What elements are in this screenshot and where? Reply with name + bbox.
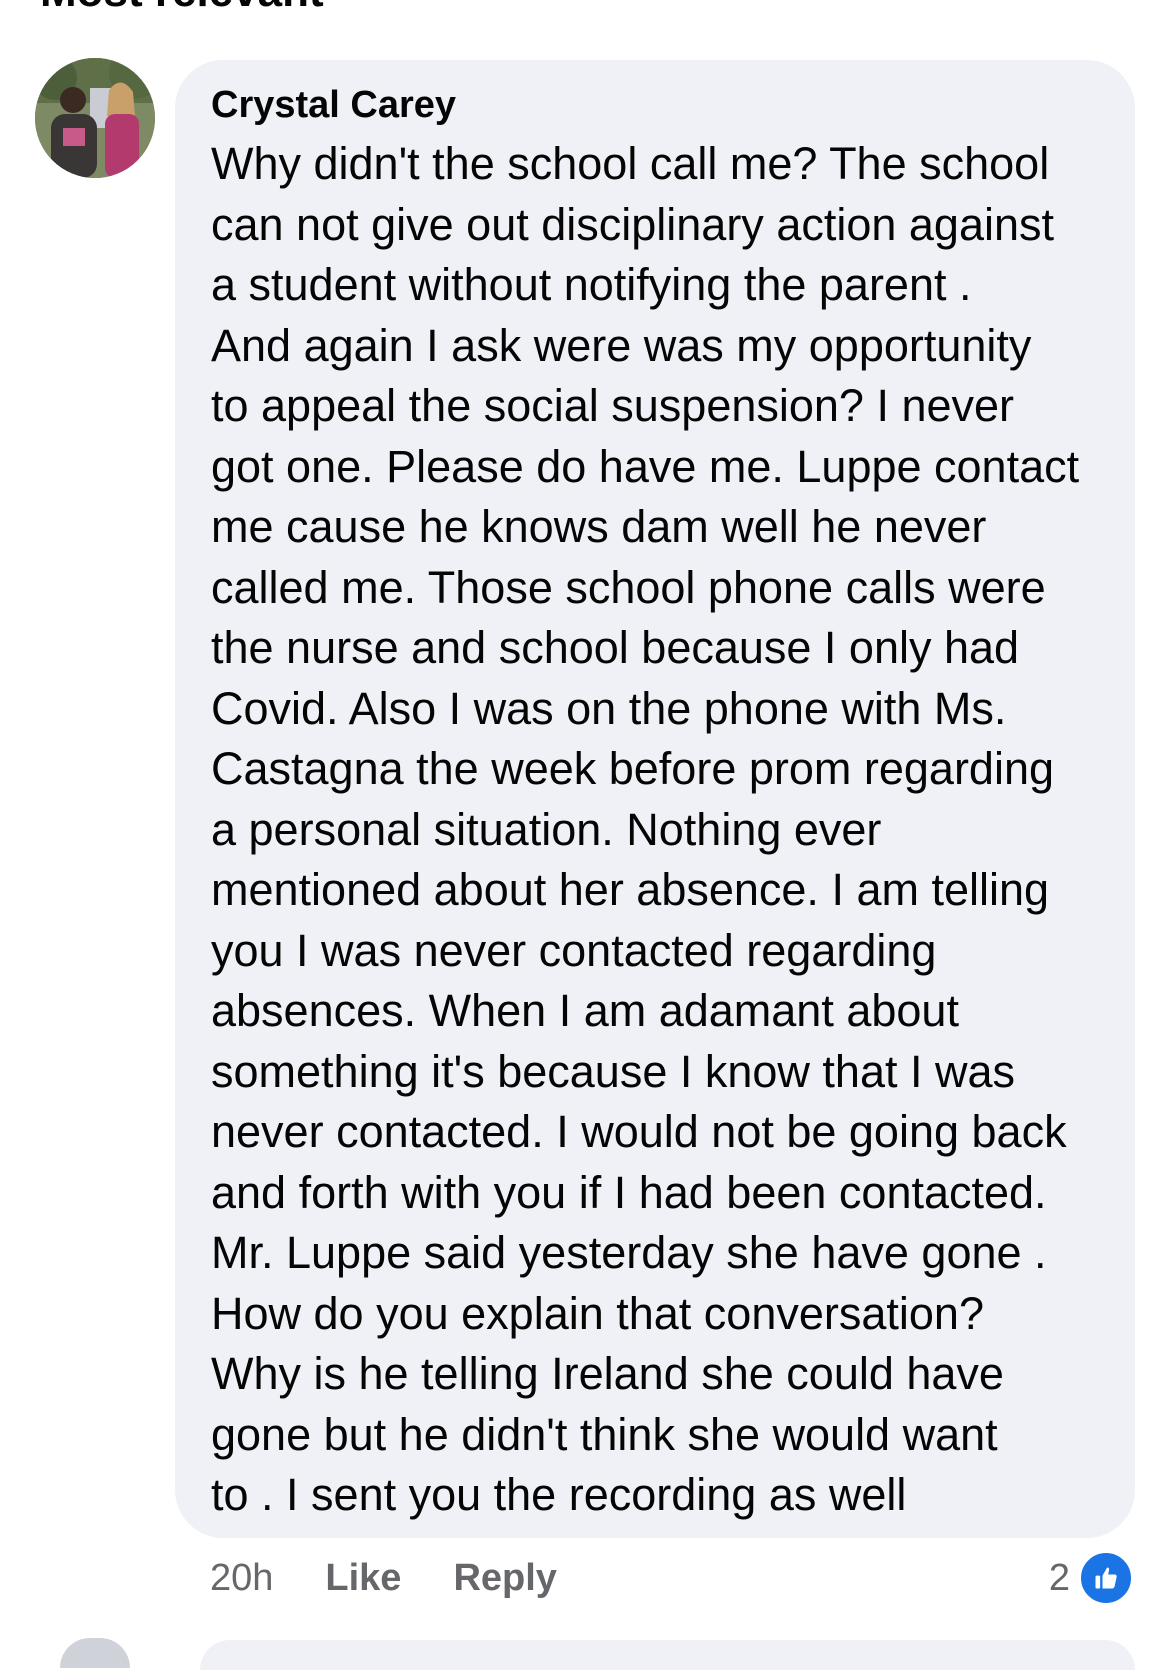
comment-line: mentioned about her absence. I am tellin… [211,864,1050,915]
comment-author[interactable]: Crystal Carey [211,82,1105,128]
comment-line: And again I ask were was my opportunity [211,319,1032,371]
comment-line: never contacted. I would not be going ba… [211,1106,1067,1157]
comment-bubble: Crystal Carey Why didn't the school call… [175,60,1135,1538]
comment-line: a personal situation. Nothing ever [211,803,882,855]
comment-line: got one. Please do have me. Luppe contac… [211,440,1080,492]
comment-line: me cause he knows dam well he never [211,501,987,552]
avatar[interactable] [35,58,155,178]
like-button[interactable]: Like [325,1557,401,1600]
comment-actions: 20h Like Reply [210,1548,1170,1608]
comment-line: you I was never contacted regarding [211,924,937,976]
comment-line: to appeal the social suspension? I never [211,380,1015,431]
comment-line: Covid. Also I was on the phone with Ms. [211,682,1007,734]
section-header-most-relevant[interactable]: Most relevant [40,0,324,14]
comment-line: absences. When I am adamant about [211,985,959,1036]
comment-line: gone but he didn't think she would want [211,1408,998,1460]
next-comment-avatar [60,1638,130,1668]
comment-line: something it's because I know that I was [211,1045,1016,1097]
comment-line: Why is he telling Ireland she could have [211,1348,1004,1399]
reaction-count: 2 [1048,1556,1070,1599]
reply-button[interactable]: Reply [453,1557,556,1600]
comment-line: and forth with you if I had been contact… [211,1166,1047,1218]
comment-line: Castagna the week before prom regarding [211,743,1055,794]
comment-line: called me. Those school phone calls were [211,561,1046,613]
profile-photo [35,58,155,178]
comment-text: Why didn't the school call me? The schoo… [211,134,1105,1526]
comment-line: Why didn't the school call me? The schoo… [211,138,1050,189]
comment-line: the nurse and school because I only had [211,622,1020,673]
comment-line: How do you explain that conversation? [211,1287,984,1339]
reaction-summary[interactable]: 2 [1049,1548,1134,1608]
comment-timestamp[interactable]: 20h [210,1557,273,1600]
next-comment-bubble [200,1640,1135,1670]
comment-line: Mr. Luppe said yesterday she have gone . [211,1227,1047,1278]
comment-line: a student without notifying the parent . [211,259,972,310]
comment-line: can not give out disciplinary action aga… [211,198,1055,250]
thumbs-up-icon [1078,1550,1134,1606]
comment-line: to . I sent you the recording as well [211,1469,907,1520]
